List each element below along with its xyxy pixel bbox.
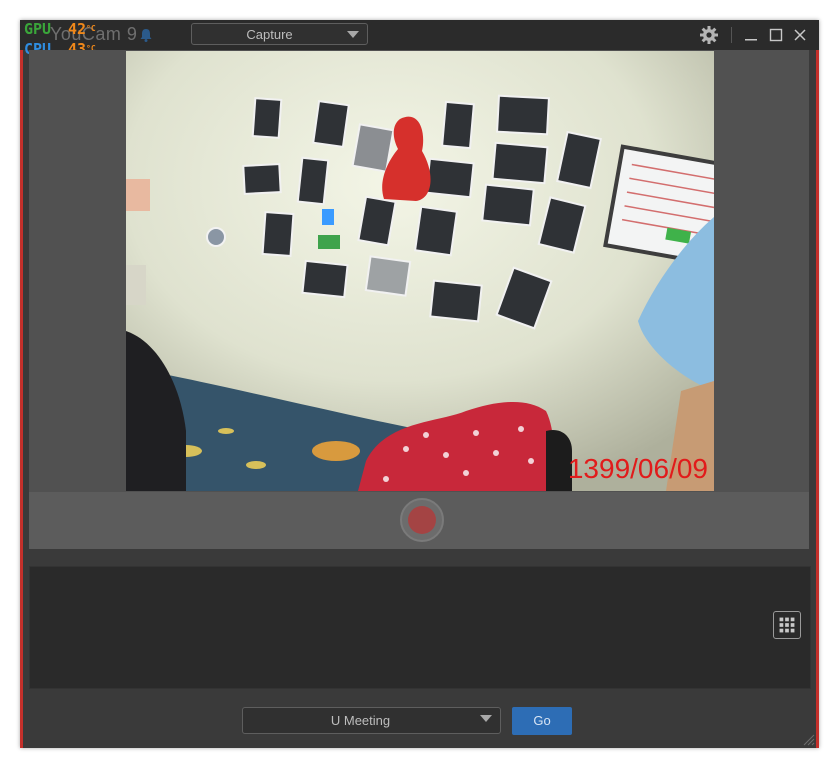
resize-grip-icon[interactable]: [801, 732, 815, 746]
notification-icon[interactable]: [138, 27, 154, 43]
grid-view-icon[interactable]: [773, 611, 801, 639]
window-frame-left: [20, 20, 23, 748]
gpu-value: 42: [67, 20, 86, 38]
gpu-temp-readout: GPU 42°C: [24, 21, 96, 37]
gpu-label: GPU: [24, 20, 52, 38]
chevron-down-icon: [480, 715, 492, 722]
minimize-icon[interactable]: [741, 25, 761, 45]
gear-icon[interactable]: [699, 25, 719, 45]
camera-image: [126, 51, 714, 491]
record-button[interactable]: [400, 498, 444, 542]
go-button[interactable]: Go: [512, 707, 572, 735]
window-frame-right: [816, 20, 819, 748]
app-window: YouCam 9 Capture GPU 42°C CPU 43°C 1399/…: [20, 20, 819, 748]
title-bar: YouCam 9 Capture GPU 42°C CPU 43°C: [20, 20, 819, 57]
record-icon: [408, 506, 436, 534]
effects-panel: [29, 566, 811, 689]
titlebar-divider: [731, 27, 732, 43]
camera-date-stamp: 1399/06/09: [567, 453, 708, 484]
close-icon[interactable]: [790, 25, 810, 45]
maximize-icon[interactable]: [766, 25, 786, 45]
camera-feed[interactable]: 1399/06/09: [126, 51, 714, 491]
camera-preview-area: 1399/06/09: [29, 50, 809, 492]
meeting-app-select-value: U Meeting: [330, 713, 391, 728]
mode-select-value: Capture: [246, 27, 293, 42]
capture-control-bar: [29, 492, 809, 549]
mode-select[interactable]: Capture: [191, 23, 368, 45]
chevron-down-icon: [347, 31, 359, 38]
meeting-app-select[interactable]: U Meeting: [242, 707, 501, 734]
gpu-unit: °C: [86, 24, 96, 33]
